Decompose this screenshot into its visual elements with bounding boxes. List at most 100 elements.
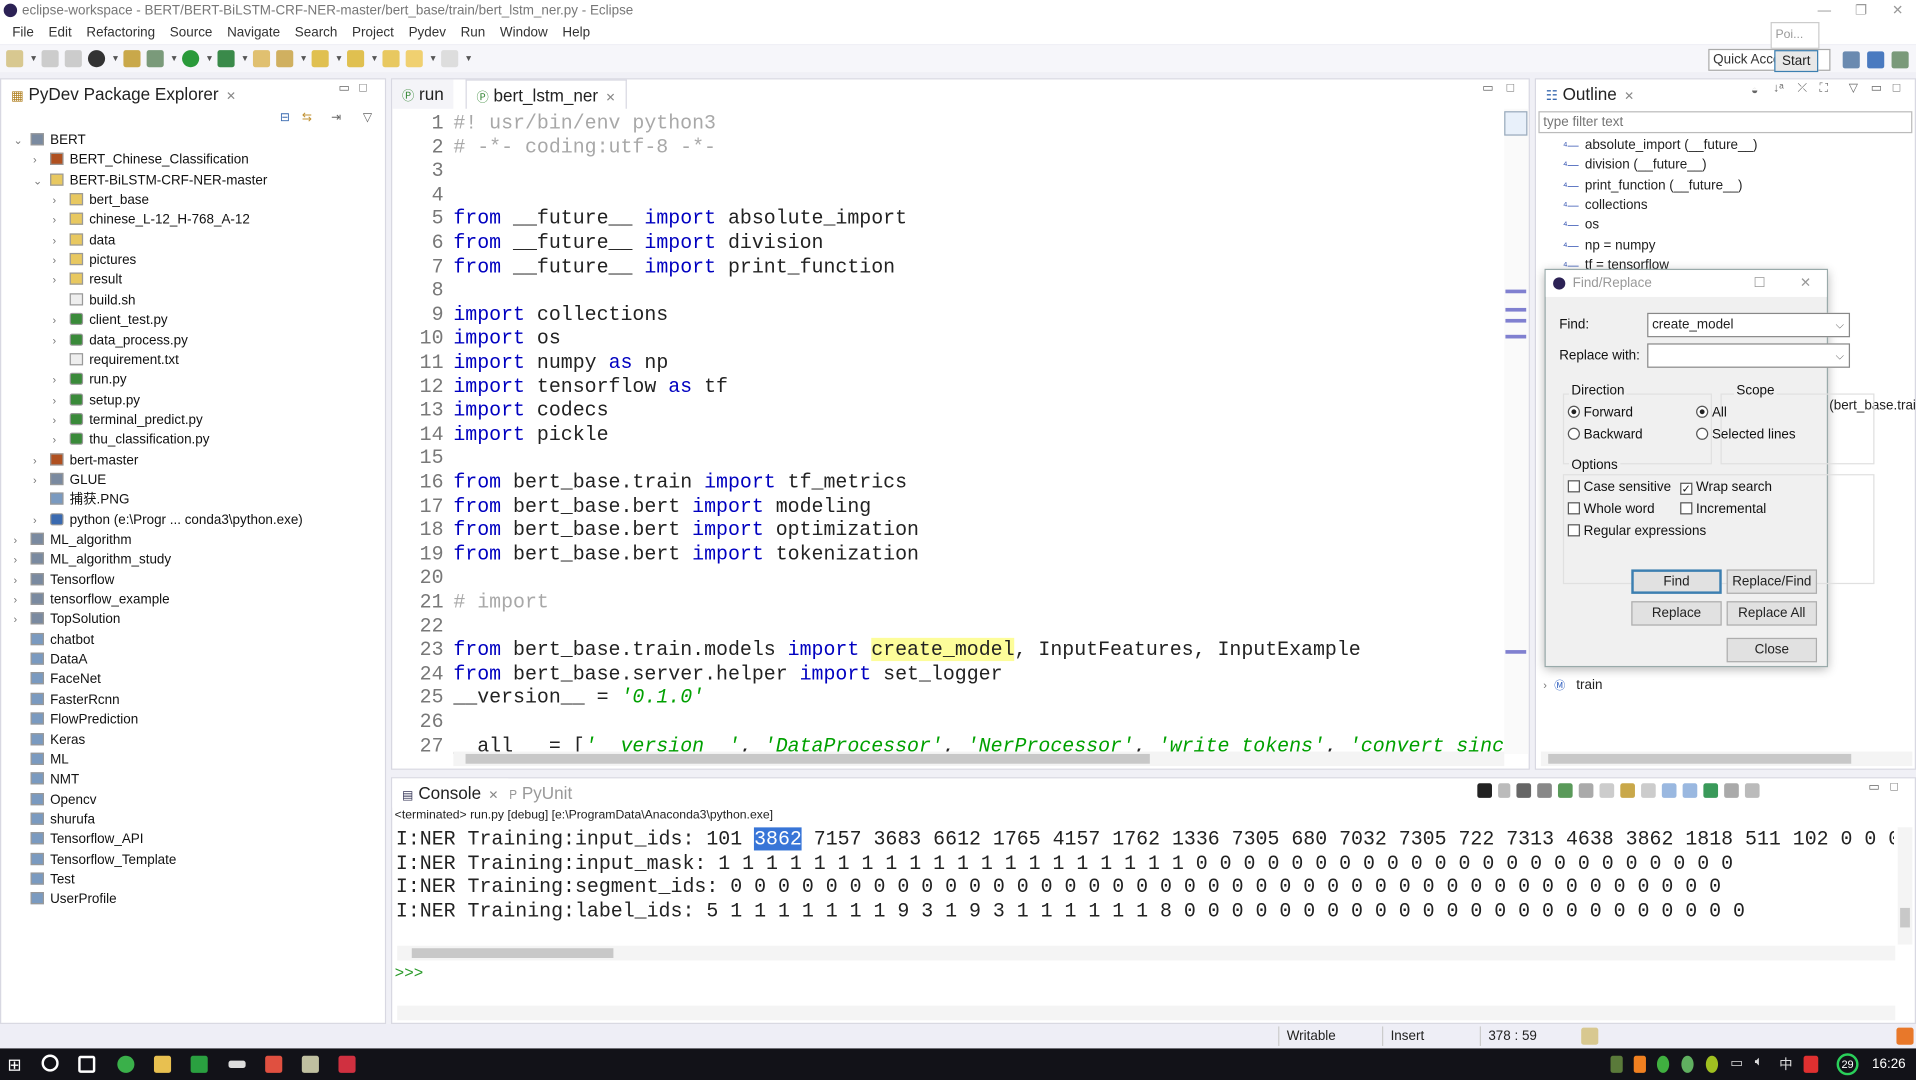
open-folder-icon[interactable] [252, 50, 271, 68]
minimize-icon[interactable]: ▭ [1871, 82, 1883, 95]
app-icon[interactable] [301, 1055, 319, 1073]
replace-button[interactable]: Replace [1631, 601, 1722, 626]
display-console-icon[interactable] [1724, 783, 1739, 798]
menu-refactoring[interactable]: Refactoring [79, 22, 162, 44]
pydev-perspective-icon[interactable] [1842, 51, 1860, 69]
tree-item[interactable]: shurufa [30, 810, 95, 830]
outline-item[interactable]: ⁴— collections [1563, 196, 1648, 216]
sogou-icon[interactable] [1803, 1055, 1819, 1073]
scroll-lock-icon[interactable] [1599, 783, 1615, 798]
menu-run[interactable]: Run [453, 22, 492, 44]
tree-item[interactable]: › setup.py [53, 390, 140, 410]
menu-edit[interactable]: Edit [41, 22, 79, 44]
tray-icon[interactable] [1681, 1055, 1694, 1073]
search-icon[interactable] [41, 1054, 59, 1072]
prompt-horizontal-scrollbar[interactable] [397, 1005, 1896, 1021]
chevron-right-icon[interactable]: › [13, 550, 17, 570]
chevron-right-icon[interactable]: › [53, 370, 57, 390]
remove-launch-icon[interactable] [1516, 783, 1532, 798]
chevron-down-icon[interactable]: ⌵ [1836, 345, 1844, 367]
tree-item[interactable]: NMT [30, 770, 79, 790]
console-menu-icon[interactable] [1744, 783, 1760, 798]
chevron-down-icon[interactable]: ⌄ [33, 171, 42, 191]
tab-bert-lstm-ner[interactable]: Ⓟ bert_lstm_ner ✕ [465, 79, 627, 109]
replace-combo[interactable]: ⌵ [1647, 343, 1851, 368]
tree-item[interactable]: Keras [30, 730, 85, 750]
hide-icon[interactable]: ◒ [1751, 84, 1758, 97]
browser-icon[interactable] [117, 1055, 135, 1073]
maximize-dialog-button[interactable]: ☐ [1753, 270, 1765, 297]
tree-item[interactable]: › pictures [53, 251, 136, 271]
chevron-right-icon[interactable]: › [33, 450, 37, 470]
file-explorer-icon[interactable] [153, 1055, 172, 1073]
view-menu-icon[interactable]: ▽ [363, 111, 372, 124]
chevron-right-icon[interactable]: › [53, 410, 57, 430]
tab-outline[interactable]: ☷ Outline ✕ [1536, 79, 1644, 108]
minimize-button[interactable]: — [1806, 0, 1843, 22]
perspective-icon[interactable] [87, 50, 106, 68]
chevron-right-icon[interactable]: › [33, 510, 37, 530]
menu-navigate[interactable]: Navigate [220, 22, 288, 44]
show-stdout-icon[interactable] [1641, 783, 1656, 798]
wrap-search-checkbox[interactable]: ✓ Wrap search [1680, 480, 1772, 495]
maximize-icon[interactable]: □ [1893, 82, 1900, 95]
tree-item[interactable]: › run.py [53, 370, 127, 390]
outline-item[interactable]: ⁴— division (__future__) [1563, 156, 1707, 176]
chevron-down-icon[interactable]: ⌄ [13, 131, 22, 151]
tree-item[interactable]: ML [30, 750, 69, 770]
start-button[interactable]: Start [1774, 50, 1819, 73]
external-tools-icon[interactable] [217, 50, 235, 68]
tree-item[interactable]: › bert_base [53, 191, 149, 211]
java-perspective-icon[interactable] [1891, 51, 1909, 69]
status-icon[interactable] [1581, 1027, 1599, 1045]
edit-icon[interactable] [276, 50, 294, 68]
chevron-right-icon[interactable]: › [53, 231, 57, 251]
chevron-right-icon[interactable]: › [53, 271, 57, 291]
tree-item[interactable]: Opencv [30, 790, 96, 810]
collapse-icon[interactable]: ⤫ [1797, 82, 1807, 95]
app-icon[interactable] [265, 1055, 283, 1073]
case-sensitive-checkbox[interactable]: Case sensitive [1567, 480, 1671, 495]
last-edit-icon[interactable] [382, 50, 400, 68]
editor-horizontal-scrollbar[interactable] [453, 751, 1505, 767]
collapse-all-icon[interactable]: ⊟ [280, 111, 290, 124]
tree-item[interactable]: › bert-master [33, 450, 138, 470]
replace-find-button[interactable]: Replace/Find [1726, 569, 1818, 594]
close-icon[interactable]: ✕ [488, 789, 498, 802]
minimize-icon[interactable]: ▭ [1868, 781, 1880, 794]
link-editor-icon[interactable]: ⇆ [302, 111, 312, 124]
maximize-icon[interactable]: □ [359, 82, 366, 95]
show-stderr-icon[interactable] [1661, 783, 1677, 798]
menu-search[interactable]: Search [287, 22, 344, 44]
console-line[interactable]: I:NER Training:input_mask: 1 1 1 1 1 1 1… [396, 851, 1894, 875]
clock[interactable]: 16:26 [1872, 1057, 1906, 1072]
tree-item[interactable]: ⌄ BERT [13, 131, 86, 151]
tray-icon[interactable] [1656, 1055, 1670, 1073]
chevron-right-icon[interactable]: › [13, 530, 17, 550]
tab-run[interactable]: Ⓟ run [392, 79, 454, 109]
tree-item[interactable]: › TopSolution [13, 610, 120, 630]
network-icon[interactable]: ▭ [1730, 1055, 1743, 1071]
find-button[interactable]: Find [1631, 569, 1722, 594]
tree-item[interactable]: › ML_algorithm [13, 530, 132, 550]
console-line[interactable]: I:NER Training:input_ids: 101 3862 7157 … [396, 827, 1894, 851]
tree-item[interactable]: Tensorflow_Template [30, 850, 176, 870]
minimize-icon[interactable]: ▭ [1482, 82, 1494, 95]
notification-badge[interactable]: 29 [1836, 1053, 1859, 1076]
console-horizontal-scrollbar[interactable] [397, 945, 1896, 961]
expand-icon[interactable]: ⛶ [1819, 82, 1828, 95]
tab-console[interactable]: ▤ Console ✕ [392, 778, 509, 808]
chevron-right-icon[interactable]: › [53, 191, 57, 211]
tree-item[interactable]: FlowPrediction [30, 710, 138, 730]
chevron-right-icon[interactable]: › [53, 331, 57, 351]
new-icon[interactable] [6, 50, 24, 68]
replace-all-button[interactable]: Replace All [1726, 601, 1818, 626]
tab-package-explorer[interactable]: ▦ PyDev Package Explorer ✕ [1, 79, 246, 108]
menu-project[interactable]: Project [345, 22, 402, 44]
tray-icon[interactable] [1705, 1055, 1719, 1073]
outline-item-train[interactable]: › Ⓜtrain [1543, 676, 1602, 696]
prev-annotation-icon[interactable] [347, 50, 365, 68]
chevron-right-icon[interactable]: › [13, 610, 17, 630]
chevron-right-icon[interactable]: › [13, 590, 17, 610]
tree-item[interactable]: › ML_algorithm_study [13, 550, 172, 570]
